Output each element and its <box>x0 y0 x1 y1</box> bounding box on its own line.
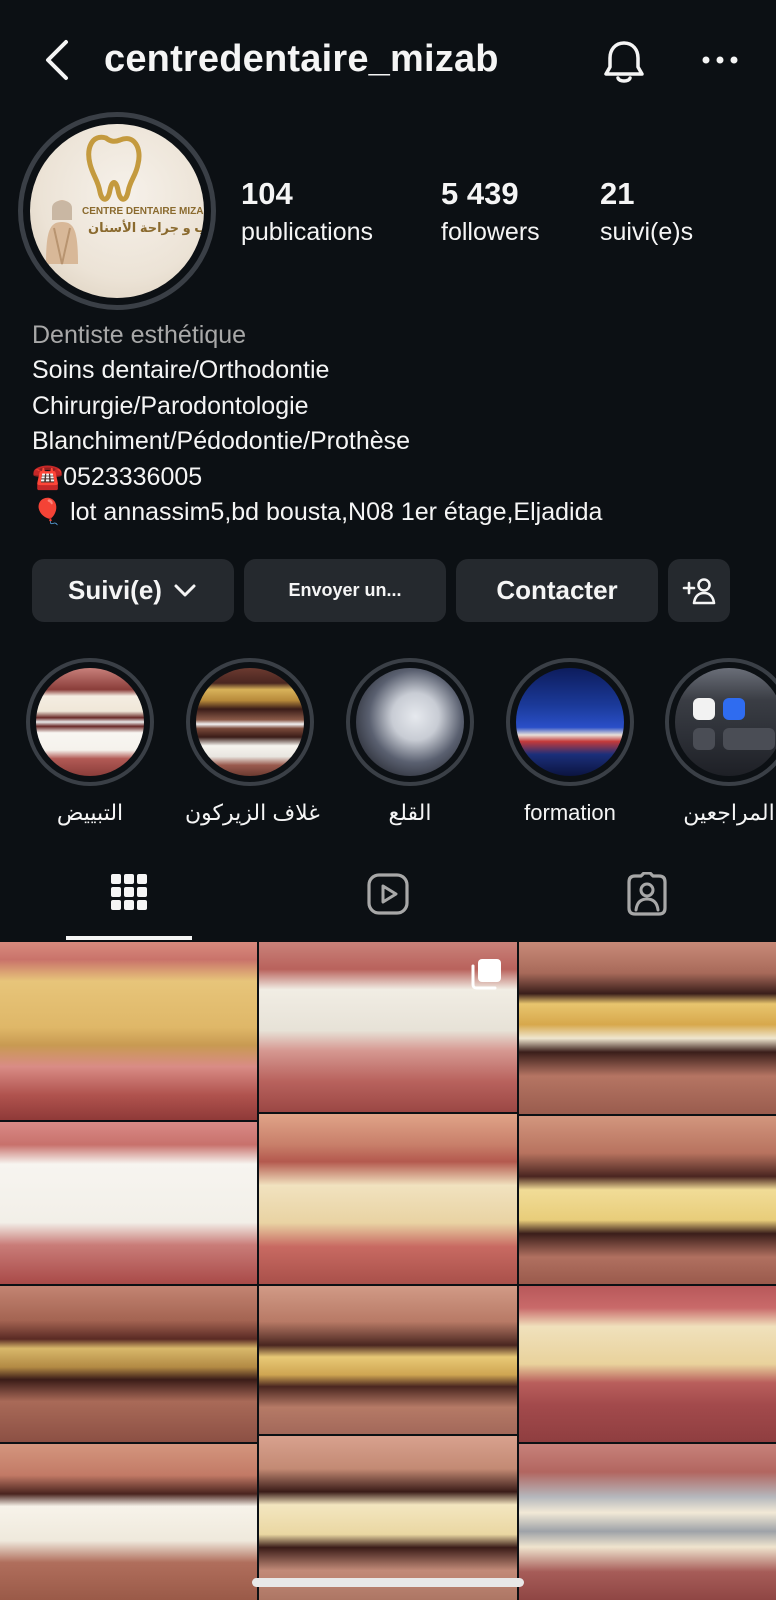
profile-tabs <box>0 862 776 940</box>
active-tab-indicator <box>66 936 192 940</box>
stat-following[interactable]: 21 suivi(e)s <box>600 176 693 247</box>
chevron-down-icon <box>174 584 196 596</box>
following-button[interactable]: Suivi(e) <box>32 559 234 622</box>
post-thumbnail[interactable] <box>0 1286 257 1600</box>
more-options-button[interactable] <box>694 36 746 88</box>
message-button-label: Envoyer un... <box>288 580 402 600</box>
highlight-thumbnail <box>516 668 624 776</box>
tagged-icon <box>627 872 667 916</box>
tab-posts[interactable] <box>64 862 194 940</box>
story-highlights: التبييض غلاف الزيركون القلع formation ال… <box>0 658 776 828</box>
profile-avatar-ring[interactable]: CENTRE DENTAIRE MIZAB طب و جراحة الأسنان <box>18 112 216 310</box>
highlight-thumbnail <box>356 668 464 776</box>
message-button[interactable]: Envoyer un... <box>244 559 446 622</box>
avatar-logo-line1: CENTRE DENTAIRE MIZAB <box>82 206 204 217</box>
stat-value: 104 <box>241 176 293 211</box>
highlight-thumbnail <box>36 668 144 776</box>
highlight-thumbnail <box>196 668 304 776</box>
profile-actions: Suivi(e) Envoyer un... Contacter <box>0 559 776 622</box>
carousel-icon <box>471 959 501 990</box>
highlight-item[interactable]: غلاف الزيركون <box>185 658 320 826</box>
reels-icon <box>367 873 409 915</box>
highlight-item[interactable]: القلع <box>345 658 475 826</box>
highlight-thumbnail <box>675 668 776 776</box>
suggest-users-button[interactable] <box>668 559 730 622</box>
chevron-left-icon <box>46 40 68 80</box>
top-bar: centredentaire_mizab <box>0 0 776 120</box>
stat-followers[interactable]: 5 439 followers <box>441 176 540 247</box>
bio-line: Chirurgie/Parodontologie <box>32 391 309 420</box>
more-horizontal-icon <box>702 56 738 64</box>
highlight-ring <box>186 658 314 786</box>
highlight-label: القلع <box>388 800 432 825</box>
stat-value: 21 <box>600 176 635 211</box>
stat-value: 5 439 <box>441 176 519 211</box>
highlight-label: المراجعين <box>683 800 775 825</box>
bio-line: Blanchiment/Pédodontie/Prothèse <box>32 427 411 455</box>
posts-grid <box>0 942 776 1600</box>
post-thumbnail[interactable] <box>259 1286 517 1600</box>
avatar-logo-line2: طب و جراحة الأسنان <box>88 220 204 235</box>
bio-address: 🎈 lot annassim5,bd bousta,N08 1er étage,… <box>32 498 603 526</box>
highlight-label: التبييض <box>56 800 124 825</box>
highlight-item[interactable]: التبييض <box>25 658 155 826</box>
add-person-icon <box>682 577 716 604</box>
bio-phone[interactable]: ☎️0523336005 <box>32 460 752 496</box>
back-button[interactable] <box>36 36 76 84</box>
highlight-ring <box>346 658 474 786</box>
highlight-ring <box>665 658 776 786</box>
home-indicator[interactable] <box>252 1578 524 1587</box>
stat-label: suivi(e)s <box>600 218 694 246</box>
following-button-label: Suivi(e) <box>68 575 162 605</box>
bell-icon <box>604 41 644 83</box>
post-thumbnail[interactable] <box>0 942 257 1284</box>
avatar: CENTRE DENTAIRE MIZAB طب و جراحة الأسنان <box>30 124 204 298</box>
post-thumbnail[interactable] <box>519 942 776 1284</box>
profile-bio: Dentiste esthétique Soins dentaire/Ortho… <box>32 318 752 531</box>
highlight-ring <box>506 658 634 786</box>
post-thumbnail[interactable] <box>259 942 517 1284</box>
highlight-label: formation <box>524 800 616 825</box>
grid-icon <box>111 874 147 910</box>
stat-label: followers <box>441 218 540 246</box>
bio-line: Soins dentaire/Orthodontie <box>32 356 330 384</box>
notifications-button[interactable] <box>598 36 650 88</box>
bio-category: Dentiste esthétique <box>32 321 247 349</box>
stat-publications[interactable]: 104 publications <box>241 176 373 247</box>
contact-button-label: Contacter <box>496 575 618 605</box>
contact-button[interactable]: Contacter <box>456 559 658 622</box>
tab-reels[interactable] <box>323 862 453 940</box>
profile-username: centredentaire_mizab <box>104 38 499 80</box>
stat-label: publications <box>241 218 374 246</box>
post-thumbnail[interactable] <box>519 1286 776 1600</box>
highlight-item[interactable]: formation <box>505 658 635 826</box>
tab-tagged[interactable] <box>582 862 712 940</box>
highlight-label: غلاف الزيركون <box>185 800 320 825</box>
highlight-item[interactable]: المراجعين <box>664 658 776 826</box>
highlight-ring <box>26 658 154 786</box>
